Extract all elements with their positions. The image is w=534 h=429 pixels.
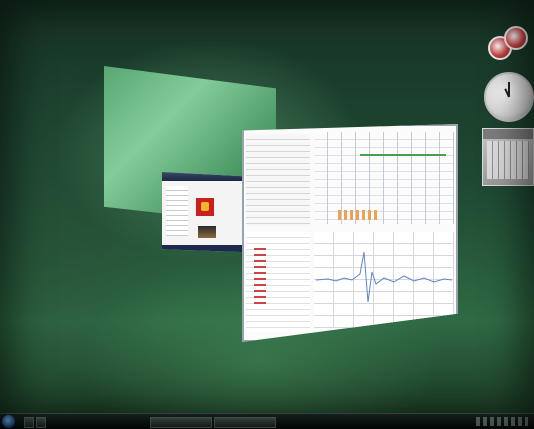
properties-pane <box>246 134 310 226</box>
taskbar-button[interactable] <box>150 417 212 428</box>
photo-slideshow-icon <box>504 26 528 50</box>
taskbar-button[interactable] <box>214 417 276 428</box>
quick-launch-item[interactable] <box>36 417 46 428</box>
spreadsheet-window[interactable] <box>242 124 458 342</box>
image-thumbnail <box>198 226 216 238</box>
tree-markers <box>254 248 266 304</box>
waveform-plot <box>314 232 454 328</box>
windows-orb-icon[interactable] <box>2 415 15 428</box>
calendar-grid <box>487 141 529 179</box>
desktop <box>0 0 534 429</box>
grid-trace-line <box>360 154 446 156</box>
browser-sidebar <box>166 186 188 236</box>
waveform-svg <box>315 251 453 303</box>
tree-pane <box>246 232 310 332</box>
photos-gadget[interactable] <box>486 24 528 60</box>
calendar-gadget[interactable] <box>482 128 534 186</box>
taskbar <box>0 413 534 429</box>
clock-gadget[interactable] <box>484 72 534 122</box>
grid-trace-line <box>338 210 378 220</box>
quick-launch-item[interactable] <box>24 417 34 428</box>
data-grid <box>314 132 454 224</box>
calendar-header <box>483 129 533 139</box>
waveform-line <box>315 251 453 303</box>
image-thumbnail <box>196 198 214 216</box>
system-tray[interactable] <box>476 417 528 426</box>
